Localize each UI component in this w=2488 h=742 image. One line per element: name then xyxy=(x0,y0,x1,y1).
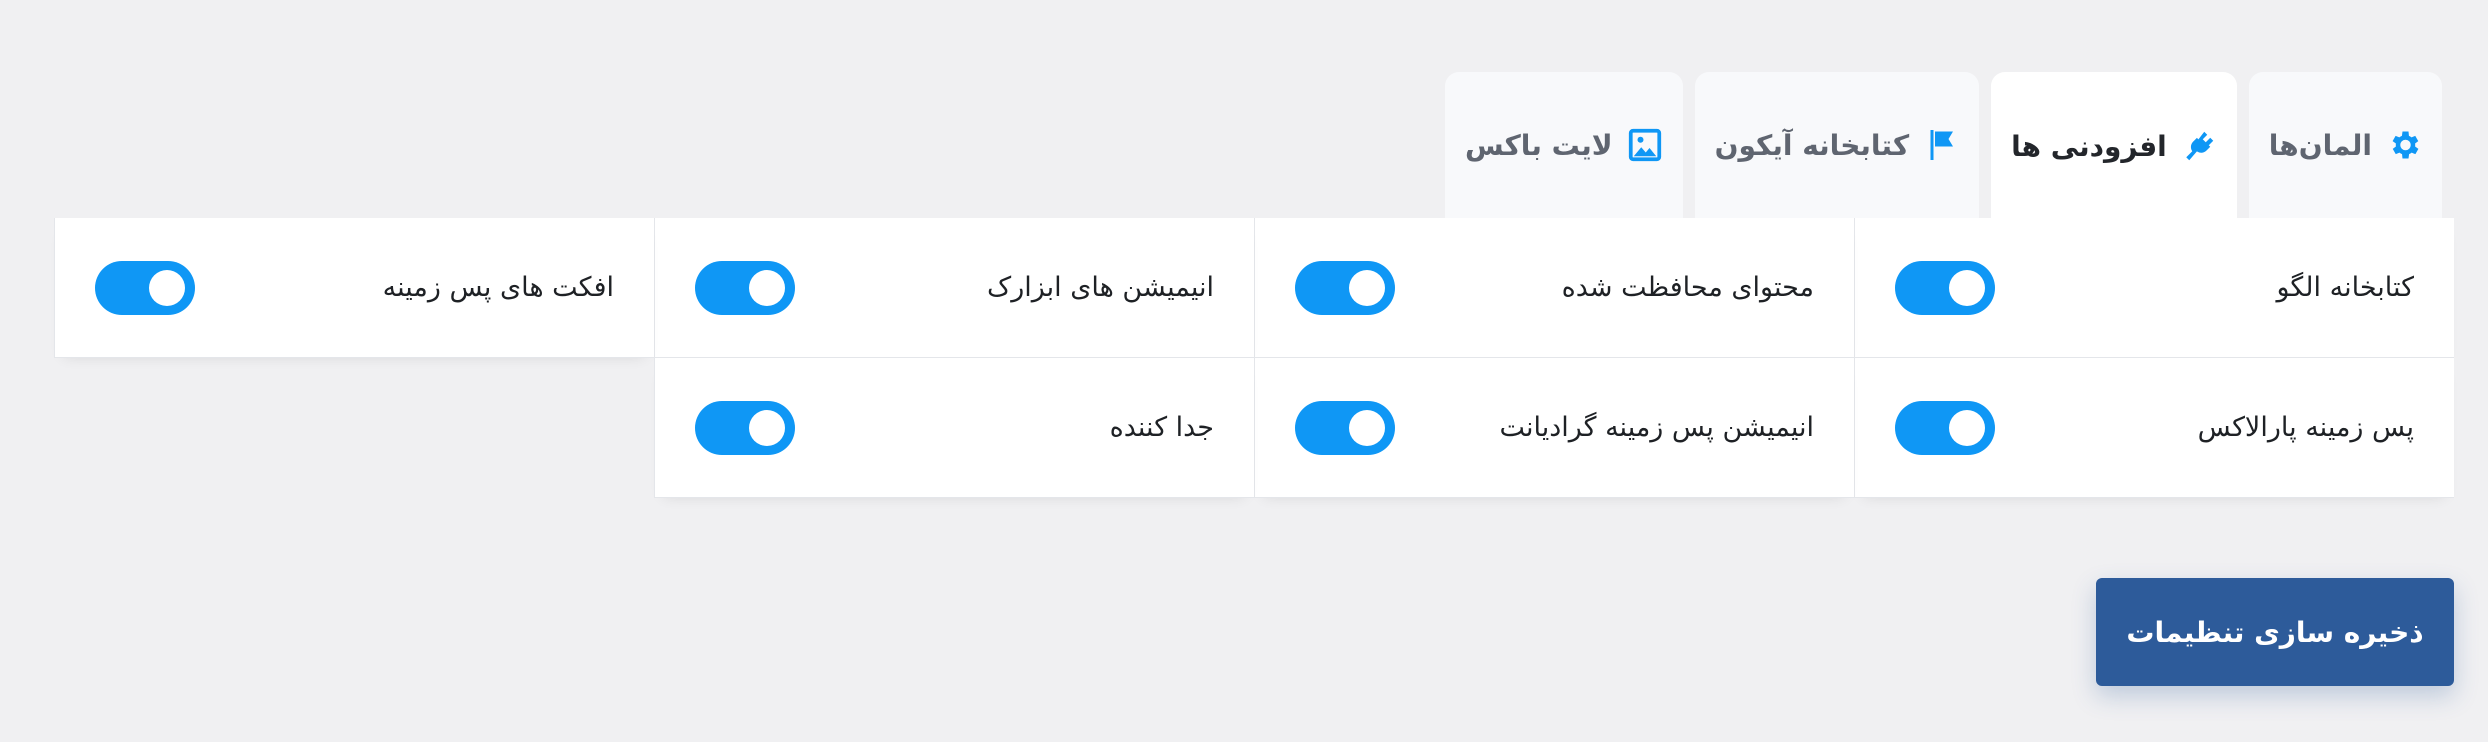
setting-background-effects: افکت های پس زمینه xyxy=(54,218,654,358)
toggle-switch[interactable] xyxy=(1895,260,1995,315)
setting-label: کتابخانه الگو xyxy=(2276,272,2414,303)
empty-cell xyxy=(54,358,654,498)
tab-icon-library[interactable]: کتابخانه آیکون xyxy=(1694,72,1980,218)
tab-addons-label: افزودنی ها xyxy=(2011,129,2167,163)
toggle-knob xyxy=(1949,269,1985,306)
toggle-knob xyxy=(1349,409,1385,446)
tab-lightbox[interactable]: لایت باکس xyxy=(1444,72,1683,218)
setting-widget-animations: انیمیشن های ابزارک xyxy=(654,218,1254,358)
toggle-switch[interactable] xyxy=(1895,400,1995,455)
setting-protected-content: محتوای محافظت شده xyxy=(1254,218,1854,358)
gear-icon xyxy=(2386,127,2422,163)
toggle-switch[interactable] xyxy=(95,260,195,315)
save-settings-button[interactable]: ذخیره سازی تنظیمات xyxy=(2096,578,2454,686)
toggle-knob xyxy=(1949,409,1985,446)
tab-bar: المان‌ها افزودنی ها کتابخانه آیکون لایت … xyxy=(1444,72,2442,220)
setting-label: محتوای محافظت شده xyxy=(1561,272,1814,303)
setting-label: جدا کننده xyxy=(1109,412,1214,443)
toggle-switch[interactable] xyxy=(1295,260,1395,315)
toggle-switch[interactable] xyxy=(695,260,795,315)
flag-icon xyxy=(1923,127,1959,163)
plug-icon xyxy=(2181,128,2217,164)
tab-elements-label: المان‌ها xyxy=(2268,128,2372,162)
tab-icon-library-label: کتابخانه آیکون xyxy=(1714,128,1910,162)
setting-label: پس زمینه پارالاکس xyxy=(2197,412,2414,443)
setting-parallax-background: پس زمینه پارالاکس xyxy=(1854,358,2454,498)
setting-template-library: کتابخانه الگو xyxy=(1854,218,2454,358)
toggle-knob xyxy=(1349,269,1385,306)
settings-panel: کتابخانه الگو محتوای محافظت شده انیمیشن … xyxy=(54,218,2454,498)
setting-label: انیمیشن های ابزارک xyxy=(987,272,1214,303)
setting-gradient-background-animation: انیمیشن پس زمینه گرادیانت xyxy=(1254,358,1854,498)
tab-addons[interactable]: افزودنی ها xyxy=(1991,72,2237,220)
toggle-knob xyxy=(749,409,785,446)
tab-elements[interactable]: المان‌ها xyxy=(2248,72,2442,218)
toggle-knob xyxy=(749,269,785,306)
tab-lightbox-label: لایت باکس xyxy=(1464,128,1613,162)
image-icon xyxy=(1627,127,1663,163)
setting-label: انیمیشن پس زمینه گرادیانت xyxy=(1499,412,1814,443)
toggle-knob xyxy=(149,269,185,306)
setting-label: افکت های پس زمینه xyxy=(382,272,614,303)
setting-divider: جدا کننده xyxy=(654,358,1254,498)
toggle-switch[interactable] xyxy=(695,400,795,455)
toggle-switch[interactable] xyxy=(1295,400,1395,455)
